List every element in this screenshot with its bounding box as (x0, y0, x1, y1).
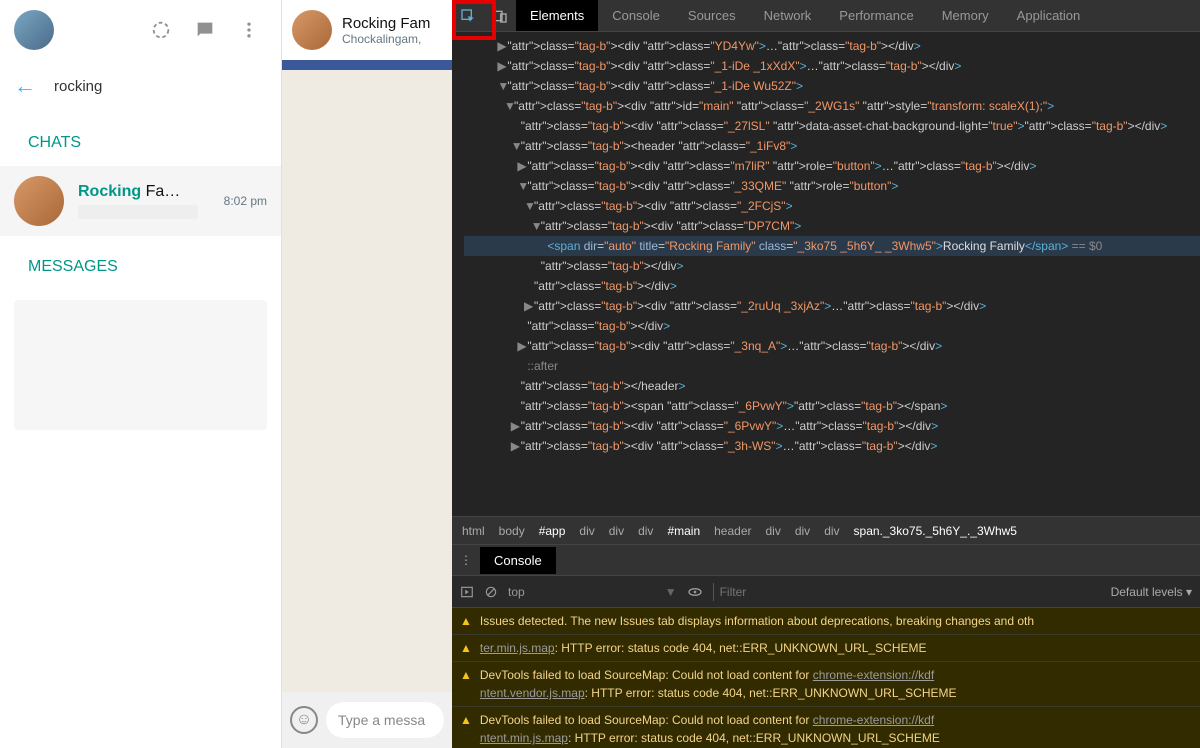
message-result-placeholder (14, 300, 267, 430)
emoji-icon[interactable]: ☺ (290, 706, 318, 734)
chat-avatar (14, 176, 64, 226)
warning-icon: ▲ (460, 666, 472, 684)
breadcrumb-item[interactable]: div (824, 524, 839, 538)
user-avatar[interactable] (14, 10, 54, 50)
dom-line[interactable]: ▼"attr">class="tag-b"><div "attr">class=… (464, 176, 1200, 196)
chat-banner (282, 60, 452, 70)
chat-compose: ☺ Type a messa (282, 692, 452, 748)
dom-line[interactable]: "attr">class="tag-b"><div "attr">class="… (464, 116, 1200, 136)
console-output[interactable]: ▲Issues detected. The new Issues tab dis… (452, 608, 1200, 748)
console-message[interactable]: ▲Issues detected. The new Issues tab dis… (452, 608, 1200, 635)
chat-preview (78, 205, 198, 219)
devtools-panel: ElementsConsoleSourcesNetworkPerformance… (452, 0, 1200, 748)
menu-icon[interactable] (231, 12, 267, 48)
chat-subtitle: Chockalingam, (342, 32, 430, 46)
chat-header-avatar (292, 10, 332, 50)
dom-line[interactable]: ▶"attr">class="tag-b"><div "attr">class=… (464, 336, 1200, 356)
devtools-tab-application[interactable]: Application (1003, 0, 1095, 31)
dom-line[interactable]: "attr">class="tag-b"><span "attr">class=… (464, 396, 1200, 416)
breadcrumb-item[interactable]: #app (539, 524, 566, 538)
dom-line[interactable]: "attr">class="tag-b"></div> (464, 316, 1200, 336)
back-arrow-icon[interactable]: ← (14, 73, 36, 99)
clear-console-icon[interactable] (484, 585, 498, 599)
devtools-tab-network[interactable]: Network (750, 0, 826, 31)
chat-time: 8:02 pm (224, 194, 267, 208)
dom-tree[interactable]: ▶"attr">class="tag-b"><div "attr">class=… (452, 32, 1200, 516)
new-chat-icon[interactable] (187, 12, 223, 48)
device-toolbar-icon[interactable] (484, 0, 516, 31)
breadcrumb-item[interactable]: body (499, 524, 525, 538)
dom-line[interactable]: ::after (464, 356, 1200, 376)
devtools-tab-console[interactable]: Console (598, 0, 674, 31)
console-filter-input[interactable] (713, 583, 1101, 601)
breadcrumb-item[interactable]: header (714, 524, 751, 538)
warning-icon: ▲ (460, 612, 472, 630)
devtools-tab-elements[interactable]: Elements (516, 0, 598, 31)
breadcrumb-item[interactable]: html (462, 524, 485, 538)
console-message[interactable]: ▲DevTools failed to load SourceMap: Coul… (452, 707, 1200, 748)
breadcrumb-item[interactable]: div (795, 524, 810, 538)
dom-line[interactable]: "attr">class="tag-b"></header> (464, 376, 1200, 396)
dom-line[interactable]: ▶"attr">class="tag-b"><div "attr">class=… (464, 296, 1200, 316)
dom-breadcrumb[interactable]: htmlbody#appdivdivdiv#mainheaderdivdivdi… (452, 516, 1200, 544)
compose-input[interactable]: Type a messa (326, 702, 444, 738)
devtools-tab-performance[interactable]: Performance (825, 0, 927, 31)
search-bar: ← ✕ (0, 60, 281, 112)
dom-line[interactable]: "attr">class="tag-b"></div> (464, 256, 1200, 276)
console-toolbar: top ▼ Default levels ▾ (452, 576, 1200, 608)
warning-icon: ▲ (460, 711, 472, 729)
chat-header[interactable]: Rocking Fam Chockalingam, (282, 0, 452, 60)
inspect-element-icon[interactable] (452, 0, 484, 31)
chat-name: Rocking Fa… (78, 183, 210, 201)
devtools-tab-sources[interactable]: Sources (674, 0, 750, 31)
dom-line[interactable]: ▼"attr">class="tag-b"><div "attr">class=… (464, 76, 1200, 96)
dom-line[interactable]: ▼"attr">class="tag-b"><div "attr">id="ma… (464, 96, 1200, 116)
live-expression-icon[interactable] (687, 584, 703, 600)
chat-body[interactable] (282, 70, 452, 692)
search-input[interactable] (54, 78, 253, 95)
dom-line[interactable]: <span dir="auto" title="Rocking Family" … (464, 236, 1200, 256)
dom-line[interactable]: ▶"attr">class="tag-b"><div "attr">class=… (464, 56, 1200, 76)
console-tab-label[interactable]: Console (480, 547, 556, 574)
chat-title: Rocking Fam (342, 15, 430, 32)
context-selector[interactable]: top (508, 585, 525, 599)
breadcrumb-item[interactable]: div (766, 524, 781, 538)
dom-line[interactable]: ▶"attr">class="tag-b"><div "attr">class=… (464, 36, 1200, 56)
console-drawer-header: ⋮ Console (452, 544, 1200, 576)
breadcrumb-item[interactable]: div (609, 524, 624, 538)
section-messages-label: MESSAGES (0, 236, 281, 290)
breadcrumb-item[interactable]: span._3ko75._5h6Y_._3Whw5 (854, 524, 1017, 538)
console-sidebar-toggle-icon[interactable] (460, 585, 474, 599)
breadcrumb-item[interactable]: div (579, 524, 594, 538)
breadcrumb-item[interactable]: div (638, 524, 653, 538)
console-message[interactable]: ▲ter.min.js.map: HTTP error: status code… (452, 635, 1200, 662)
warning-icon: ▲ (460, 639, 472, 657)
dom-line[interactable]: ▼"attr">class="tag-b"><div "attr">class=… (464, 196, 1200, 216)
wa-chat-panel: Rocking Fam Chockalingam, ☺ Type a messa (282, 0, 452, 748)
dom-line[interactable]: ▼"attr">class="tag-b"><header "attr">cla… (464, 136, 1200, 156)
wa-sidebar: ← ✕ CHATS Rocking Fa… 8:02 pm MESSAGES (0, 0, 282, 748)
breadcrumb-item[interactable]: #main (667, 524, 700, 538)
console-menu-icon[interactable]: ⋮ (452, 553, 480, 567)
chat-row[interactable]: Rocking Fa… 8:02 pm (0, 166, 281, 236)
log-levels-selector[interactable]: Default levels ▾ (1111, 585, 1192, 599)
dom-line[interactable]: ▶"attr">class="tag-b"><div "attr">class=… (464, 416, 1200, 436)
status-icon[interactable] (143, 12, 179, 48)
console-message[interactable]: ▲DevTools failed to load SourceMap: Coul… (452, 662, 1200, 707)
devtools-tabbar: ElementsConsoleSourcesNetworkPerformance… (452, 0, 1200, 32)
dom-line[interactable]: ▼"attr">class="tag-b"><div "attr">class=… (464, 216, 1200, 236)
dom-line[interactable]: ▶"attr">class="tag-b"><div "attr">class=… (464, 156, 1200, 176)
wa-header (0, 0, 281, 60)
dom-line[interactable]: ▶"attr">class="tag-b"><div "attr">class=… (464, 436, 1200, 456)
section-chats-label: CHATS (0, 112, 281, 166)
dom-line[interactable]: "attr">class="tag-b"></div> (464, 276, 1200, 296)
devtools-tab-memory[interactable]: Memory (928, 0, 1003, 31)
